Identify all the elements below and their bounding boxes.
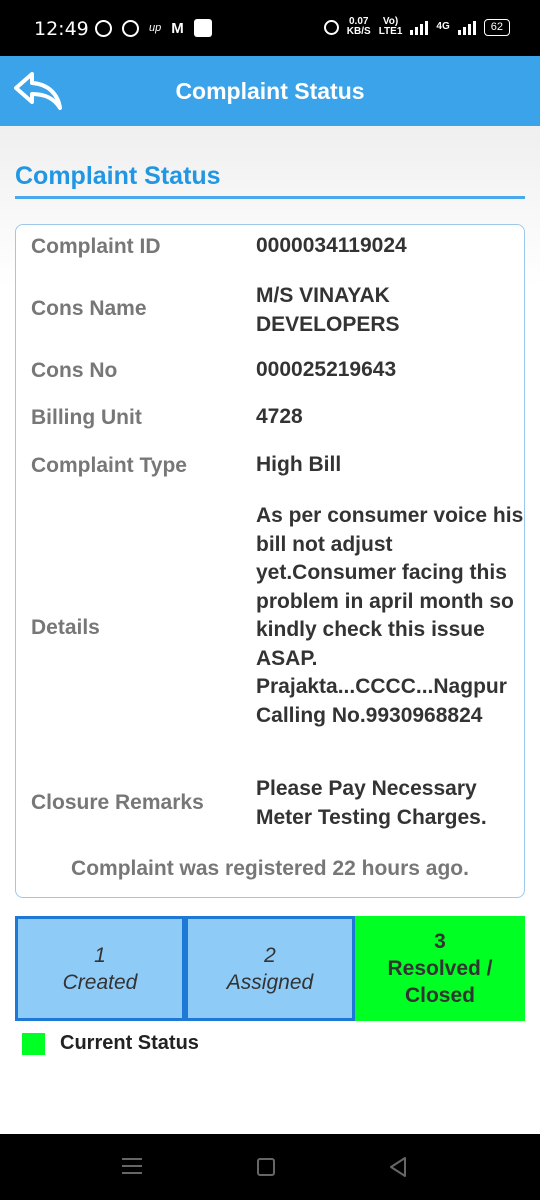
network-4g-label: 4G — [436, 21, 450, 32]
cons-name-value: M/S VINAYAK DEVELOPERS — [256, 284, 400, 336]
closure-remarks-value: Please Pay Necessary Meter Testing Charg… — [256, 777, 487, 829]
status-legend: Current Status — [22, 1032, 199, 1055]
status-bar: 12:49 up M 0.07 KB/S Vo) LTE1 4G 62 — [0, 0, 540, 56]
step-label: Resolved / Closed — [387, 957, 493, 1007]
step-number: 2 — [264, 943, 276, 967]
back-triangle-icon[interactable] — [388, 1156, 408, 1178]
section-title: Complaint Status — [15, 162, 221, 190]
complaint-type-label: Complaint Type — [31, 454, 187, 477]
step-label: Created — [62, 970, 138, 994]
complaint-type-value: High Bill — [256, 453, 342, 476]
step-resolved-closed: 3 Resolved / Closed — [355, 916, 525, 1021]
recent-apps-icon[interactable] — [122, 1158, 142, 1176]
complaint-details-card: Complaint ID 0000034119024 Cons Name M/S… — [15, 224, 525, 898]
system-navigation-bar — [0, 1134, 540, 1200]
upi-icon: up — [149, 22, 162, 34]
lte-label: LTE1 — [378, 26, 403, 37]
complaint-id-label: Complaint ID — [31, 235, 161, 258]
volte-indicator: Vo) LTE1 — [379, 17, 403, 37]
app-notification-icon — [193, 19, 212, 37]
calling-number: Calling No.9930968824 — [256, 703, 483, 727]
step-label: Assigned — [226, 970, 314, 994]
system-icons: 0.07 KB/S Vo) LTE1 4G 62 — [323, 17, 510, 37]
network-speed-unit: KB/S — [346, 26, 371, 37]
step-created: 1 Created — [15, 916, 185, 1021]
cons-name-label: Cons Name — [31, 297, 147, 320]
registered-note: Complaint was registered 22 hours ago. — [71, 857, 469, 880]
network-speed: 0.07 KB/S — [347, 17, 371, 37]
details-value: As per consumer voice his bill not adjus… — [256, 502, 524, 730]
home-icon[interactable] — [257, 1158, 275, 1176]
legend-label: Current Status — [60, 1032, 199, 1054]
closure-remarks-label: Closure Remarks — [31, 791, 204, 814]
gmail-icon: M — [171, 19, 184, 37]
current-status-swatch — [22, 1032, 45, 1055]
billing-unit-label: Billing Unit — [31, 406, 142, 429]
complaint-id-value: 0000034119024 — [256, 234, 407, 257]
step-number: 3 — [434, 930, 446, 953]
status-steps: 1 Created 2 Assigned 3 Resolved / Closed — [15, 916, 525, 1021]
notification-icons: up M — [95, 19, 212, 37]
battery-icon: 62 — [483, 18, 510, 36]
app-header: Complaint Status — [0, 56, 540, 126]
whatsapp-icon — [122, 19, 139, 37]
whatsapp-icon — [95, 19, 112, 37]
page-title: Complaint Status — [175, 78, 365, 104]
signal-icon-2 — [457, 19, 476, 35]
signal-icon — [410, 19, 429, 35]
details-label: Details — [31, 616, 100, 639]
step-number: 1 — [94, 943, 106, 967]
status-time: 12:49 — [34, 18, 89, 40]
details-text: As per consumer voice his bill not adjus… — [256, 504, 524, 698]
billing-unit-value: 4728 — [256, 405, 303, 428]
cons-no-label: Cons No — [31, 359, 118, 382]
alarm-icon — [323, 19, 339, 35]
step-assigned: 2 Assigned — [185, 916, 355, 1021]
main-content: Complaint Status Complaint ID 0000034119… — [0, 126, 540, 1134]
cons-no-value: 000025219643 — [256, 358, 397, 381]
section-divider — [15, 196, 525, 199]
